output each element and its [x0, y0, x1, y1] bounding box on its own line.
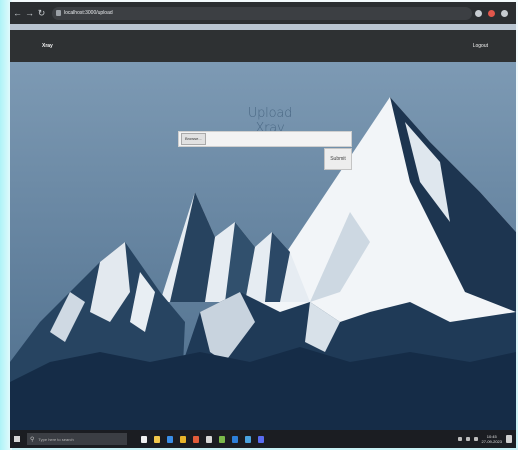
- windows-start-icon[interactable]: [14, 436, 20, 442]
- file-input[interactable]: Browse...: [178, 131, 352, 147]
- teams-icon[interactable]: [258, 435, 264, 443]
- search-icon: ⚲: [30, 436, 35, 443]
- app-icon[interactable]: [245, 435, 251, 443]
- browser-actions: [475, 9, 508, 17]
- task-view-icon[interactable]: [141, 435, 147, 443]
- pinned-apps: [141, 435, 264, 443]
- notification-icon[interactable]: [506, 435, 512, 443]
- taskbar-clock[interactable]: 10:45 27-09-2023: [482, 434, 502, 444]
- vscode-icon[interactable]: [232, 435, 238, 443]
- os-taskbar: ⚲ Type here to search 10:45 27-09-2023: [10, 430, 516, 448]
- menu-icon[interactable]: [501, 9, 508, 17]
- taskbar-search-placeholder: Type here to search: [38, 436, 74, 442]
- profile-icon[interactable]: [488, 9, 495, 17]
- extension-icon[interactable]: [475, 9, 482, 17]
- chrome-icon[interactable]: [219, 435, 225, 443]
- taskbar-search-box[interactable]: ⚲ Type here to search: [27, 433, 127, 445]
- forward-arrow-icon[interactable]: →: [25, 7, 34, 19]
- logout-link[interactable]: Logout: [473, 43, 488, 49]
- volume-icon[interactable]: [473, 437, 478, 441]
- monitor-screen: ← → ↻ localhost:3000/upload Xray Logout: [10, 2, 516, 448]
- file-explorer-icon[interactable]: [154, 435, 160, 443]
- network-icon[interactable]: [465, 437, 470, 441]
- address-bar[interactable]: localhost:3000/upload: [52, 6, 472, 20]
- app-navbar: Xray Logout: [10, 30, 516, 62]
- reload-icon[interactable]: ↻: [37, 7, 46, 19]
- chevron-up-icon[interactable]: [457, 437, 462, 441]
- edge-icon[interactable]: [167, 435, 173, 443]
- lock-icon: [56, 10, 61, 16]
- office-icon[interactable]: [193, 435, 199, 443]
- system-tray: 10:45 27-09-2023: [457, 434, 512, 444]
- store-icon[interactable]: [206, 435, 212, 443]
- brand-link[interactable]: Xray: [42, 43, 53, 49]
- folder-icon[interactable]: [180, 435, 186, 443]
- submit-button[interactable]: Submit: [324, 148, 352, 170]
- browse-button[interactable]: Browse...: [181, 133, 206, 145]
- back-arrow-icon[interactable]: ←: [13, 7, 22, 19]
- browser-toolbar: ← → ↻ localhost:3000/upload: [10, 2, 516, 24]
- url-text: localhost:3000/upload: [64, 10, 113, 16]
- clock-date: 27-09-2023: [481, 439, 502, 444]
